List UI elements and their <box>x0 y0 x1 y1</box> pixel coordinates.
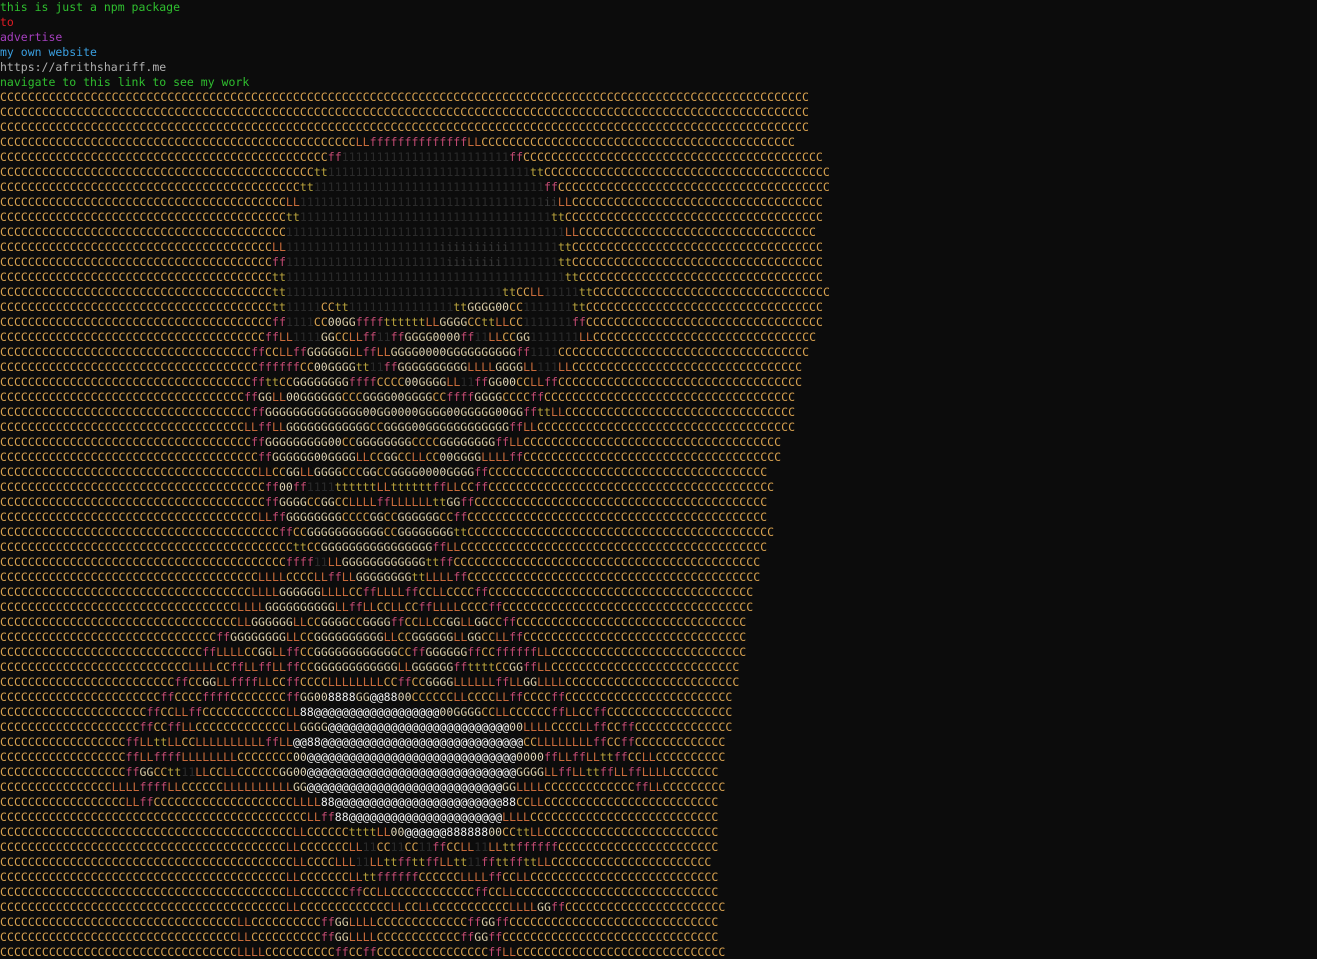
ascii-art-row: CCCCCCCCCCCCCCCCCCCCCCCCCCCCCCCCCCCCCLLL… <box>0 570 761 584</box>
ascii-art-row: CCCCCCCCCCCCCCCCCCCCCCCCCCCCCCCCCCCCCLLC… <box>0 465 768 479</box>
terminal-window[interactable]: this is just a npm package to advertise … <box>0 0 1317 959</box>
ascii-art-row: CCCCCCCCCCCCCCCCCCCCCCCCCCCCCCCCCCCCCCCC… <box>0 210 823 224</box>
ascii-art-row: CCCCCCCCCCCCCCCCCCCCCCCCCCCCCCCCCCCCCCCC… <box>0 150 823 164</box>
ascii-art-row: CCCCCCCCCCCCCCCCCCffLLttLLCCLLLLLLLLLLff… <box>0 735 726 749</box>
ascii-art-row: CCCCCCCCCCCCCCCCCCCCCCCCCCCCCCCCCCCCLLLL… <box>0 585 754 599</box>
message-line-2: to <box>0 15 14 29</box>
ascii-art-row: CCCCCCCCCCCCCCCCCCCCCCCCCCCCCCCCCCCCCCCC… <box>0 555 761 569</box>
ascii-art-row: CCCCCCCCCCCCCCCCCCCCCCCCCCCCCCCCCCCCCCff… <box>0 495 768 509</box>
ascii-art-row: CCCCCCCCCCCCCCCCCCCCCCCCCCCCCCCCCCCLLffL… <box>0 420 796 434</box>
ascii-art-portrait: CCCCCCCCCCCCCCCCCCCCCCCCCCCCCCCCCCCCCCCC… <box>0 90 1317 959</box>
ascii-art-row: CCCCCCCCCCCCCCCCCCCCCCCCCCCCCCCCCCCffGGL… <box>0 390 796 404</box>
ascii-art-row: CCCCCCCCCCCCCCCCCCCCCCCCCCCCCCCCCCCCCCCC… <box>0 885 719 899</box>
ascii-art-row: CCCCCCCCCCCCCCCCCCCCCCCCCCCCCCCCCCCCCCCC… <box>0 870 719 884</box>
ascii-art-row: CCCCCCCCCCCCCCCCCCCCCCCffCCCCffffCCCCCCC… <box>0 690 733 704</box>
message-line-3: advertise <box>0 30 63 44</box>
ascii-art-row: CCCCCCCCCCCCCCCCCCCCCCCCCCCCCCCCCCCCCCCC… <box>0 840 719 854</box>
ascii-art-row: CCCCCCCCCCCCCCCCCCCCCCCCCCCCCCCCCCCCCLLf… <box>0 510 768 524</box>
ascii-art-row: CCCCCCCCCCCCCCCCCCCCCCCCCCCCCCCCCCCCCffG… <box>0 450 782 464</box>
message-line-1: this is just a npm package <box>0 0 181 14</box>
ascii-art-row: CCCCCCCCCCCCCCCCCCCCCCCCCCCCCCCCCCCCCCCC… <box>0 825 719 839</box>
message-line-6: navigate to this link to see my work <box>0 75 250 89</box>
ascii-art-row: CCCCCCCCCCCCCCCCLLLLffffLLCCCCCCLLLLLLLL… <box>0 780 726 794</box>
ascii-art-row: CCCCCCCCCCCCCCCCCCCCCCCCCCCCCCCCCCLLCCCC… <box>0 915 719 929</box>
ascii-art-row: CCCCCCCCCCCCCCCCCCCCCCCCCCCCCCCCCCCCCCCC… <box>0 225 816 239</box>
ascii-art-row: CCCCCCCCCCCCCCCCCCCCCCCCCCCLLLLCCffLLffL… <box>0 660 740 674</box>
ascii-art-row: CCCCCCCCCCCCCCCCCCffGGCCtt11LLCCLLCCCCCC… <box>0 765 719 779</box>
ascii-art-row: CCCCCCCCCCCCCCCCCCCCCCCCCCCCCCCCCCCCCCCt… <box>0 285 830 299</box>
ascii-art-row: CCCCCCCCCCCCCCCCCCCCCCCCCCCCCCCCCCCCCCCt… <box>0 270 823 284</box>
ascii-art-row: CCCCCCCCCCCCCCCCCCCCCCCCCCCCCCCCCCCCCCCf… <box>0 255 823 269</box>
ascii-art-row: CCCCCCCCCCCCCCCCCCCCCCCCCCCCCCCCCCLLLLGG… <box>0 600 754 614</box>
ascii-art-row: CCCCCCCCCCCCCCCCCCCCCCCCCCCCCCCCCCCCfftt… <box>0 375 803 389</box>
ascii-art-row: CCCCCCCCCCCCCCCCCCCCCCCCCCCCCffLLLLCCGGL… <box>0 645 747 659</box>
ascii-art-row: CCCCCCCCCCCCCCCCCCCCCCCCCCCCCCCCCCCCCCCC… <box>0 540 768 554</box>
ascii-art-row: CCCCCCCCCCCCCCCCCCCCCCCCCCCCCCCCCCLLLLCC… <box>0 945 726 959</box>
ascii-art-row: CCCCCCCCCCCCCCCCCCCCCCCCCCCCCCCCCCCCCCCC… <box>0 810 719 824</box>
ascii-art-row: CCCCCCCCCCCCCCCCCCCCCCCCCCCCCCCCCCCCCCCC… <box>0 525 775 539</box>
ascii-art-row: CCCCCCCCCCCCCCCCCCCCCCCCCCCCCCCCCCCCCCCC… <box>0 105 809 119</box>
output-messages: this is just a npm package to advertise … <box>0 0 1317 90</box>
ascii-art-row: CCCCCCCCCCCCCCCCCCCCffCCffLLCCCCCCCCCCCC… <box>0 720 733 734</box>
ascii-art-row: CCCCCCCCCCCCCCCCCCCCCCCCCCCCCCCCCCCCCCCC… <box>0 855 712 869</box>
ascii-art-row: CCCCCCCCCCCCCCCCCCCCCCCCCCCCCCCCCCCCCCCf… <box>0 315 824 329</box>
ascii-art-row: CCCCCCCCCCCCCCCCCCCCCCCCCCCCCCCCCCLLCCCC… <box>0 930 719 944</box>
ascii-art-row: CCCCCCCCCCCCCCCCCCCCCCCCCCCCCCCCCCCCCCCC… <box>0 195 823 209</box>
ascii-art-row: CCCCCCCCCCCCCCCCCCCCCCCCCCCCCCCCCCCCCCCC… <box>0 900 726 914</box>
ascii-art-row: CCCCCCCCCCCCCCCCCCCCCCCCCCCCCCCCCCCCCCCt… <box>0 300 823 314</box>
ascii-art-row: CCCCCCCCCCCCCCCCCCCCCCCCCCCCCCCCCCCCCCCC… <box>0 180 830 194</box>
ascii-art-row: CCCCCCCCCCCCCCCCCCCCCCCCCCCCCCCCCCCCCCCC… <box>0 135 796 149</box>
website-link[interactable]: https://afrithshariff.me <box>0 60 1317 75</box>
ascii-art-row: CCCCCCCCCCCCCCCCCCCCCCCCCCCCCCCCCCCCCCCC… <box>0 90 809 104</box>
ascii-art-row: CCCCCCCCCCCCCCCCCCCCCCCCCCCCCCCCCCCCCfff… <box>0 360 803 374</box>
ascii-art-row: CCCCCCCCCCCCCCCCCCLLffCCCCCCCCCCCCCCCCCC… <box>0 795 719 809</box>
ascii-art-row: CCCCCCCCCCCCCCCCCCCCCCCCCCCCCCCCCCCCCCff… <box>0 480 775 494</box>
ascii-art-row: CCCCCCCCCCCCCCCCCCCCCCCCCCCCCCCCCCCCCCCL… <box>0 240 823 254</box>
ascii-art-row: CCCCCCCCCCCCCCCCCCffLLffffLLLLLLLLCCCCCC… <box>0 750 726 764</box>
ascii-art-row: CCCCCCCCCCCCCCCCCCCCCffCCLLffCCCCCCCCCCC… <box>0 705 733 719</box>
ascii-art-row: CCCCCCCCCCCCCCCCCCCCCCCCCCCCCCCffGGGGGGG… <box>0 630 747 644</box>
ascii-art-row: CCCCCCCCCCCCCCCCCCCCCCCCCCCCCCCCCCCCCCCC… <box>0 120 809 134</box>
ascii-art-row: CCCCCCCCCCCCCCCCCCCCCCCCCCCCCCCCCCCCCCff… <box>0 330 817 344</box>
ascii-art-row: CCCCCCCCCCCCCCCCCCCCCCCCCCCCCCCCCCCCCCCC… <box>0 165 830 179</box>
message-line-4: my own website <box>0 45 97 59</box>
ascii-art-row: CCCCCCCCCCCCCCCCCCCCCCCCCCCCCCCCCCCCffGG… <box>0 435 782 449</box>
ascii-art-row: CCCCCCCCCCCCCCCCCCCCCCCCCCCCCCCCCCCCffGG… <box>0 405 796 419</box>
ascii-art-row: CCCCCCCCCCCCCCCCCCCCCCCCCCCCCCCCCCCCffCC… <box>0 345 810 359</box>
ascii-art-row: CCCCCCCCCCCCCCCCCCCCCCCCCCCCCCCCCCLLGGGG… <box>0 615 747 629</box>
ascii-art-row: CCCCCCCCCCCCCCCCCCCCCCCCCffCCGGLLffffLLC… <box>0 675 740 689</box>
